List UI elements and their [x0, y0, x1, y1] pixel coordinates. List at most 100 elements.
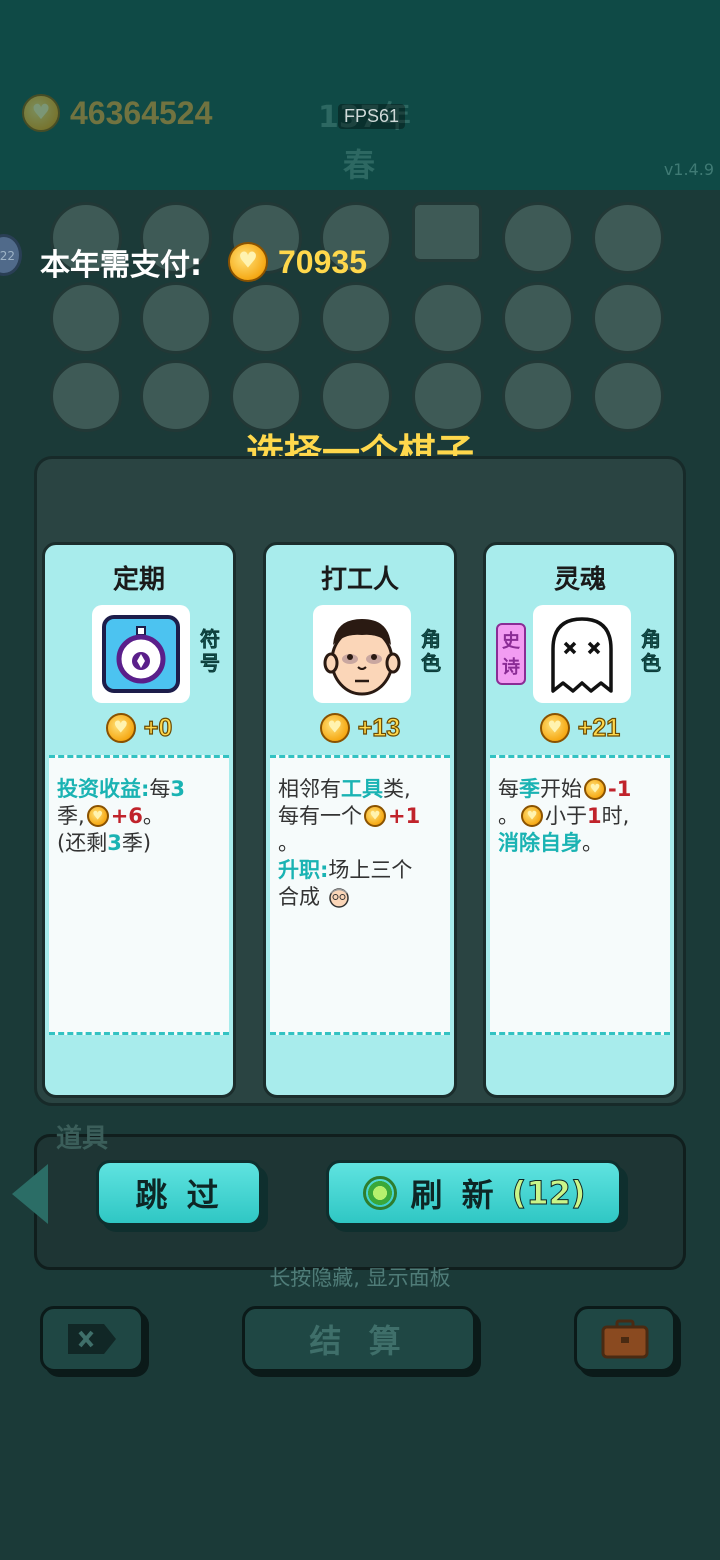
refresh-icon — [362, 1176, 397, 1210]
board-slot — [320, 282, 392, 354]
card-description: 每季开始-1 。小于1时, 消除自身。 — [490, 755, 670, 1035]
ghost-icon — [551, 617, 613, 693]
coin-icon — [539, 713, 570, 743]
desc-text: 时, — [601, 804, 630, 828]
refresh-count: (12) — [511, 1174, 586, 1213]
card-icon-frame — [313, 605, 411, 703]
desc-number: 1 — [587, 804, 602, 828]
desc-text: 季) — [121, 831, 152, 855]
desc-text: 。 — [142, 804, 164, 828]
payment-info: 本年需支付: 70935 — [40, 240, 367, 284]
board-slot — [502, 202, 574, 274]
coin-icon — [105, 713, 136, 743]
desc-keyword: 升职: — [278, 858, 329, 882]
board-slot — [50, 282, 122, 354]
desc-number: 3 — [170, 777, 186, 801]
desc-line: 合成 — [278, 884, 442, 911]
hide-panel-hint[interactable]: 长按隐藏, 显示面板 — [0, 1262, 720, 1292]
card-title: 打工人 — [320, 565, 399, 595]
board-slot — [592, 202, 664, 274]
refresh-button[interactable]: 刷 新 (12) — [326, 1160, 622, 1226]
stopwatch-icon — [102, 615, 180, 693]
card-type-label: 角色 — [421, 627, 442, 676]
coin-icon — [22, 94, 60, 132]
desc-text: 相邻有 — [278, 777, 341, 801]
version-label: v1.4.9 — [663, 160, 714, 179]
card-title: 定期 — [112, 565, 165, 595]
coin-icon — [584, 778, 606, 800]
desc-line: 。 小于1时, — [498, 803, 662, 830]
board-slot — [230, 282, 302, 354]
delete-button[interactable] — [40, 1306, 144, 1372]
fps-counter: FPS61 — [338, 104, 406, 129]
desc-text: 场上三个 — [328, 858, 413, 882]
desc-line: 每季开始 -1 — [498, 776, 662, 803]
board-slot — [412, 282, 484, 354]
season-label: 春 — [343, 146, 376, 184]
settle-button[interactable]: 结 算 — [242, 1306, 476, 1372]
payment-label: 本年需支付: — [40, 248, 202, 283]
card-description: 投资收益:每3 季,+6。 (还剩3季) — [49, 755, 229, 1035]
desc-text: 。 — [498, 804, 519, 828]
refresh-button-label: 刷 新 — [410, 1176, 498, 1214]
desc-number: +1 — [388, 804, 421, 828]
desc-text: 季, — [57, 804, 85, 828]
desc-keyword: 工具 — [341, 777, 383, 801]
backpack-button[interactable] — [574, 1306, 676, 1372]
scroll-left-arrow-icon[interactable] — [12, 1164, 48, 1224]
board-slot — [592, 282, 664, 354]
coin-icon — [364, 805, 386, 827]
skip-button-label: 跳 过 — [135, 1176, 223, 1214]
desc-keyword: 投资收益: — [57, 777, 150, 801]
desc-line: (还剩3季) — [57, 830, 221, 857]
money-value: 46364524 — [70, 94, 213, 131]
desc-text: 开始 — [540, 777, 582, 801]
boss-face-icon — [328, 888, 349, 908]
coin-icon — [86, 805, 109, 827]
card-title: 灵魂 — [553, 565, 606, 595]
board-slot — [502, 282, 574, 354]
skip-button[interactable]: 跳 过 — [96, 1160, 262, 1226]
card-value: +21 — [486, 713, 674, 743]
desc-text: 合成 — [278, 885, 320, 909]
worker-face-icon — [323, 619, 401, 696]
desc-line: 升职:场上三个 — [278, 857, 442, 884]
desc-line: 投资收益:每3 — [57, 776, 221, 803]
desc-number: 3 — [107, 831, 122, 855]
desc-number: +6 — [110, 804, 143, 828]
card-value-text: +13 — [357, 713, 401, 742]
desc-text: 每 — [498, 777, 519, 801]
items-label: 道具 — [56, 1124, 109, 1154]
card-icon-frame — [92, 605, 190, 703]
card-value: +0 — [45, 713, 233, 743]
desc-text: 类, — [383, 777, 411, 801]
desc-text: 每有一个 — [278, 804, 362, 828]
card-value-text: +0 — [143, 713, 173, 742]
card-icon-frame — [533, 605, 631, 703]
payment-amount: 70935 — [278, 243, 367, 280]
piece-card-fixed-deposit[interactable]: 定期 符号 +0 投资收益:每3 季,+6。 (还剩3季) — [42, 542, 236, 1098]
card-type-label: 符号 — [200, 627, 221, 676]
settle-button-label: 结 算 — [309, 1322, 409, 1360]
desc-text: 小于 — [545, 804, 587, 828]
piece-card-worker[interactable]: 打工人 角色 +13 相邻有工具类, 每有一个 +1 。 升职:场上三个 — [263, 542, 457, 1098]
desc-text: (还剩 — [57, 831, 108, 855]
coin-icon — [228, 242, 268, 282]
piece-card-soul[interactable]: 灵魂 史诗 角色 +21 每季开始-1 。小于1时, 消除自身。 — [483, 542, 677, 1098]
desc-keyword: 季 — [519, 777, 540, 801]
desc-line: 每有一个 +1 — [278, 803, 442, 830]
board-slot — [140, 282, 212, 354]
card-value: +13 — [266, 713, 454, 743]
desc-line: 季, +6。 — [57, 803, 221, 830]
desc-number: -1 — [608, 777, 632, 801]
coin-icon — [521, 805, 543, 827]
desc-line: 相邻有工具类, — [278, 776, 442, 803]
desc-text: 。 — [278, 831, 299, 855]
desc-text: 每 — [149, 777, 171, 801]
board-slot — [412, 202, 482, 262]
money-display: 46364524 — [22, 94, 212, 132]
card-type-label: 角色 — [641, 627, 662, 676]
card-value-text: +21 — [577, 713, 621, 742]
coin-icon — [319, 713, 350, 743]
card-description: 相邻有工具类, 每有一个 +1 。 升职:场上三个 合成 — [270, 755, 450, 1035]
